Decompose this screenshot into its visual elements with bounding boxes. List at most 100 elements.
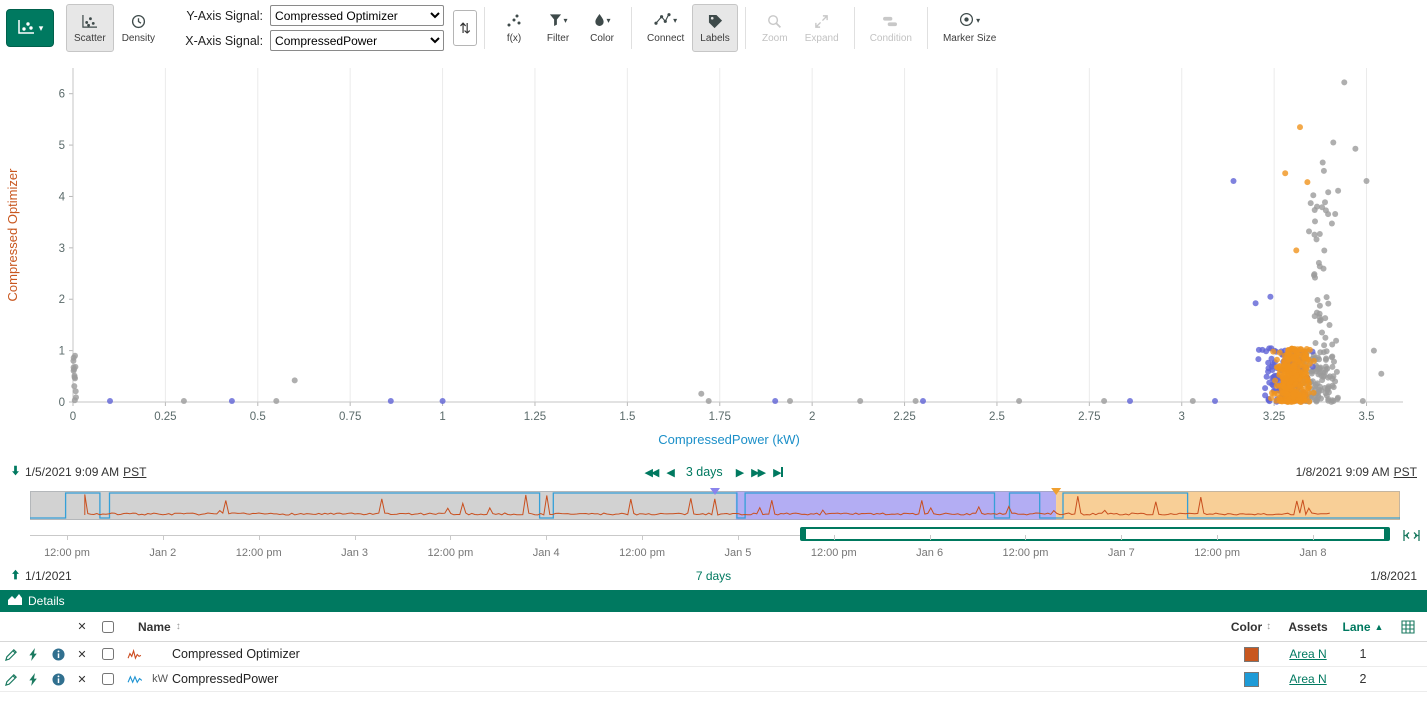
svg-text:2: 2 <box>59 294 65 306</box>
time-selection[interactable] <box>800 527 1390 541</box>
bolt-icon[interactable] <box>22 673 46 686</box>
signal-name[interactable]: Compressed Optimizer <box>172 647 1223 661</box>
circle-dot-icon <box>959 12 974 30</box>
x-axis-signal-select[interactable]: CompressedPower <box>270 30 444 51</box>
table-options-icon[interactable] <box>1389 620 1427 634</box>
svg-text:1.5: 1.5 <box>619 411 635 423</box>
step-back-half-button[interactable]: ◀◀ <box>644 466 657 479</box>
scrollbar-tick <box>355 535 356 540</box>
connect-button[interactable]: ▾ Connect <box>639 4 692 52</box>
svg-text:1: 1 <box>59 346 65 358</box>
clock-icon <box>131 13 146 30</box>
selection-left-handle[interactable] <box>802 529 806 539</box>
expand-horizontal-icon[interactable] <box>1403 528 1420 548</box>
bolt-icon[interactable] <box>22 648 46 661</box>
step-forward-button[interactable]: ▶ <box>736 466 742 479</box>
investigate-range-duration[interactable]: 7 days <box>0 569 1427 583</box>
magnifier-icon <box>767 13 782 30</box>
tab-scatter[interactable]: Scatter <box>66 4 114 52</box>
fx-label: f(x) <box>507 33 521 44</box>
table-row-compressed-optimizer: ✕ Compressed Optimizer Area N 1 <box>0 642 1427 667</box>
color-swatch[interactable] <box>1244 647 1259 662</box>
droplet-icon <box>594 13 605 30</box>
tab-scatter-label: Scatter <box>74 33 106 44</box>
column-header-assets[interactable]: Assets <box>1279 620 1337 634</box>
remove-all-button[interactable]: ✕ <box>70 620 94 633</box>
filter-button[interactable]: ▾ Filter <box>536 4 580 52</box>
svg-text:3.5: 3.5 <box>1359 411 1375 423</box>
swap-axes-button[interactable]: ⇅ <box>453 10 477 46</box>
tab-density[interactable]: Density <box>114 4 163 52</box>
display-range-start[interactable]: 1/5/2021 9:09 AM PST <box>10 464 146 480</box>
color-swatch[interactable] <box>1244 672 1259 687</box>
chart-type-button[interactable]: ▾ <box>6 9 54 47</box>
select-all-checkbox[interactable] <box>102 621 114 633</box>
row-checkbox[interactable] <box>102 673 114 685</box>
details-header: Details <box>0 590 1427 612</box>
display-range-start-text: 1/5/2021 9:09 AM <box>25 465 119 479</box>
chevron-down-icon: ▾ <box>976 17 980 25</box>
labels-label: Labels <box>700 33 729 44</box>
time-axis-label: Jan 5 <box>724 547 751 559</box>
signal-icon-blue <box>122 674 146 685</box>
selection-right-handle[interactable] <box>1384 529 1388 539</box>
sort-icon[interactable]: ↕ <box>1266 621 1271 632</box>
remove-icon[interactable]: ✕ <box>70 673 94 686</box>
step-forward-half-button[interactable]: ▶▶ <box>751 466 764 479</box>
column-header-name[interactable]: Name↕ <box>122 620 1223 634</box>
timezone-link[interactable]: PST <box>1394 465 1417 479</box>
display-range-end[interactable]: 1/8/2021 9:09 AM PST <box>1296 465 1417 479</box>
info-icon[interactable] <box>46 648 70 661</box>
toolbar-separator <box>484 7 485 49</box>
timebar-preview[interactable] <box>30 488 1400 522</box>
display-range-duration[interactable]: 3 days <box>686 465 723 479</box>
color-button[interactable]: ▾ Color <box>580 4 624 52</box>
signal-name[interactable]: CompressedPower <box>172 672 1223 686</box>
time-axis-label: 12:00 pm <box>1194 547 1240 559</box>
svg-text:3: 3 <box>59 243 65 255</box>
marker-size-button[interactable]: ▾ Marker Size <box>935 4 1004 52</box>
svg-text:CompressedPower (kW): CompressedPower (kW) <box>658 432 800 447</box>
svg-text:0: 0 <box>70 411 76 423</box>
fx-button[interactable]: f(x) <box>492 4 536 52</box>
step-back-button[interactable]: ◀ <box>666 466 672 479</box>
labels-button[interactable]: Labels <box>692 4 737 52</box>
step-controls: ◀◀ ◀ 3 days ▶ ▶▶ ▶ <box>584 465 844 479</box>
color-label: Color <box>590 33 614 44</box>
scatter-chart-icon <box>17 19 35 38</box>
chevron-down-icon: ▾ <box>607 17 611 25</box>
seeq-scatter-plot-view: ▾ Scatter Density Y-Axis Signal: Compres… <box>0 0 1427 716</box>
toolbar-separator <box>854 7 855 49</box>
column-header-color[interactable]: Color↕ <box>1223 620 1279 634</box>
scatter-plot[interactable]: 00.250.50.7511.251.51.7522.252.52.7533.2… <box>0 56 1427 458</box>
edit-icon[interactable] <box>0 648 22 661</box>
y-axis-signal-select[interactable]: Compressed Optimizer <box>270 5 444 26</box>
signal-unit: kW <box>146 673 172 685</box>
time-scrollbar[interactable] <box>0 526 1427 547</box>
svg-text:1.25: 1.25 <box>524 411 546 423</box>
asset-link[interactable]: Area N <box>1289 672 1326 686</box>
svg-text:2: 2 <box>809 411 815 423</box>
step-to-end-button[interactable]: ▶ <box>773 466 782 479</box>
asset-link[interactable]: Area N <box>1289 647 1326 661</box>
toolbar-separator <box>927 7 928 49</box>
remove-icon[interactable]: ✕ <box>70 648 94 661</box>
display-range-end-text: 1/8/2021 9:09 AM <box>1296 465 1390 479</box>
time-axis-label: 12:00 pm <box>811 547 857 559</box>
row-checkbox[interactable] <box>102 648 114 660</box>
time-axis-label: Jan 3 <box>341 547 368 559</box>
edit-icon[interactable] <box>0 673 22 686</box>
info-icon[interactable] <box>46 673 70 686</box>
column-header-lane[interactable]: Lane▲ <box>1337 620 1389 634</box>
arrows-out-icon <box>814 13 829 30</box>
axis-signal-selectors: Y-Axis Signal: Compressed Optimizer X-Ax… <box>179 5 444 51</box>
details-table-header: ✕ Name↕ Color↕ Assets Lane▲ <box>0 612 1427 642</box>
sort-icon[interactable]: ↕ <box>176 621 181 632</box>
scrollbar-tick <box>930 535 931 540</box>
svg-text:1.75: 1.75 <box>709 411 731 423</box>
scrollbar-tick <box>642 535 643 540</box>
condition-button: Condition <box>862 4 920 52</box>
toolbar-separator <box>631 7 632 49</box>
arrow-down-icon <box>10 464 21 480</box>
timezone-link[interactable]: PST <box>123 465 146 479</box>
